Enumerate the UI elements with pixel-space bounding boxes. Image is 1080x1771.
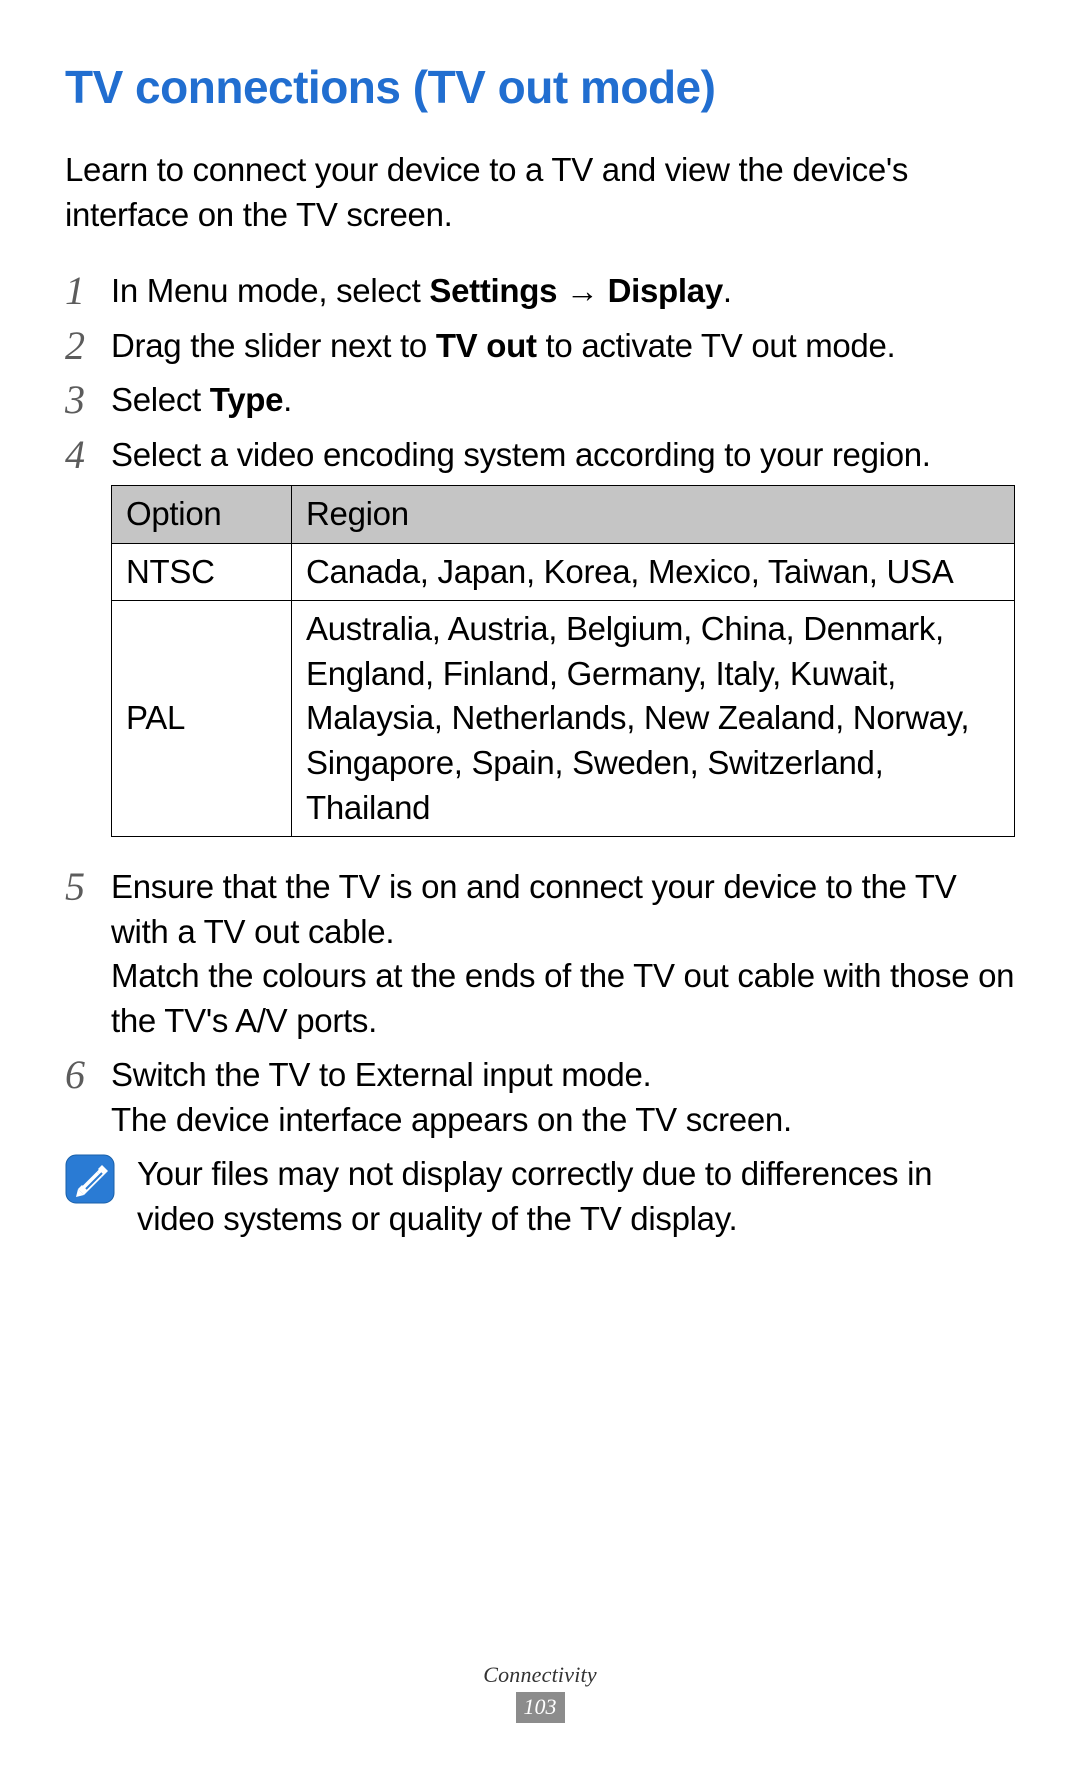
step-2: 2 Drag the slider next to TV out to acti… xyxy=(65,324,1015,369)
note-text: Your files may not display correctly due… xyxy=(137,1152,1015,1241)
table-header: Region xyxy=(292,486,1015,544)
table-cell: NTSC xyxy=(112,543,292,601)
text: In Menu mode, select xyxy=(111,272,429,309)
step-5: 5 Ensure that the TV is on and connect y… xyxy=(65,865,1015,1043)
text: Drag the slider next to xyxy=(111,327,436,364)
note-callout: Your files may not display correctly due… xyxy=(65,1152,1015,1241)
bold-text: Settings xyxy=(429,272,557,309)
table-cell: Australia, Austria, Belgium, China, Denm… xyxy=(292,601,1015,837)
note-icon xyxy=(65,1154,115,1204)
section-heading: TV connections (TV out mode) xyxy=(65,60,1015,114)
step-number: 4 xyxy=(65,433,111,475)
footer-section-label: Connectivity xyxy=(0,1662,1080,1688)
text: Ensure that the TV is on and connect you… xyxy=(111,865,1015,954)
step-text: Switch the TV to External input mode. Th… xyxy=(111,1053,1015,1142)
table-row: PAL Australia, Austria, Belgium, China, … xyxy=(112,601,1015,837)
text: . xyxy=(283,381,292,418)
step-3: 3 Select Type. xyxy=(65,378,1015,423)
table-header: Option xyxy=(112,486,292,544)
bold-text: TV out xyxy=(436,327,537,364)
step-6: 6 Switch the TV to External input mode. … xyxy=(65,1053,1015,1142)
instruction-list: 1 In Menu mode, select Settings → Displa… xyxy=(65,269,1015,1142)
table-row: NTSC Canada, Japan, Korea, Mexico, Taiwa… xyxy=(112,543,1015,601)
table-cell: PAL xyxy=(112,601,292,837)
page-footer: Connectivity 103 xyxy=(0,1662,1080,1723)
step-number: 6 xyxy=(65,1053,111,1095)
step-text: Drag the slider next to TV out to activa… xyxy=(111,324,1015,369)
text: Match the colours at the ends of the TV … xyxy=(111,954,1015,1043)
text: Select a video encoding system according… xyxy=(111,436,931,473)
region-table: Option Region NTSC Canada, Japan, Korea,… xyxy=(111,485,1015,837)
step-number: 5 xyxy=(65,865,111,907)
step-number: 1 xyxy=(65,269,111,311)
text: The device interface appears on the TV s… xyxy=(111,1098,1015,1143)
step-number: 3 xyxy=(65,378,111,420)
arrow-icon: → xyxy=(557,272,607,309)
intro-paragraph: Learn to connect your device to a TV and… xyxy=(65,148,1015,237)
step-text: Select a video encoding system according… xyxy=(111,433,1015,855)
step-1: 1 In Menu mode, select Settings → Displa… xyxy=(65,269,1015,314)
text: to activate TV out mode. xyxy=(537,327,896,364)
step-4: 4 Select a video encoding system accordi… xyxy=(65,433,1015,855)
bold-text: Type xyxy=(210,381,283,418)
text: . xyxy=(723,272,732,309)
text: Select xyxy=(111,381,210,418)
step-text: Ensure that the TV is on and connect you… xyxy=(111,865,1015,1043)
step-number: 2 xyxy=(65,324,111,366)
step-text: Select Type. xyxy=(111,378,1015,423)
page: TV connections (TV out mode) Learn to co… xyxy=(0,0,1080,1771)
table-header-row: Option Region xyxy=(112,486,1015,544)
text: Switch the TV to External input mode. xyxy=(111,1053,1015,1098)
page-number: 103 xyxy=(516,1692,565,1723)
bold-text: Display xyxy=(608,272,723,309)
table-cell: Canada, Japan, Korea, Mexico, Taiwan, US… xyxy=(292,543,1015,601)
step-text: In Menu mode, select Settings → Display. xyxy=(111,269,1015,314)
